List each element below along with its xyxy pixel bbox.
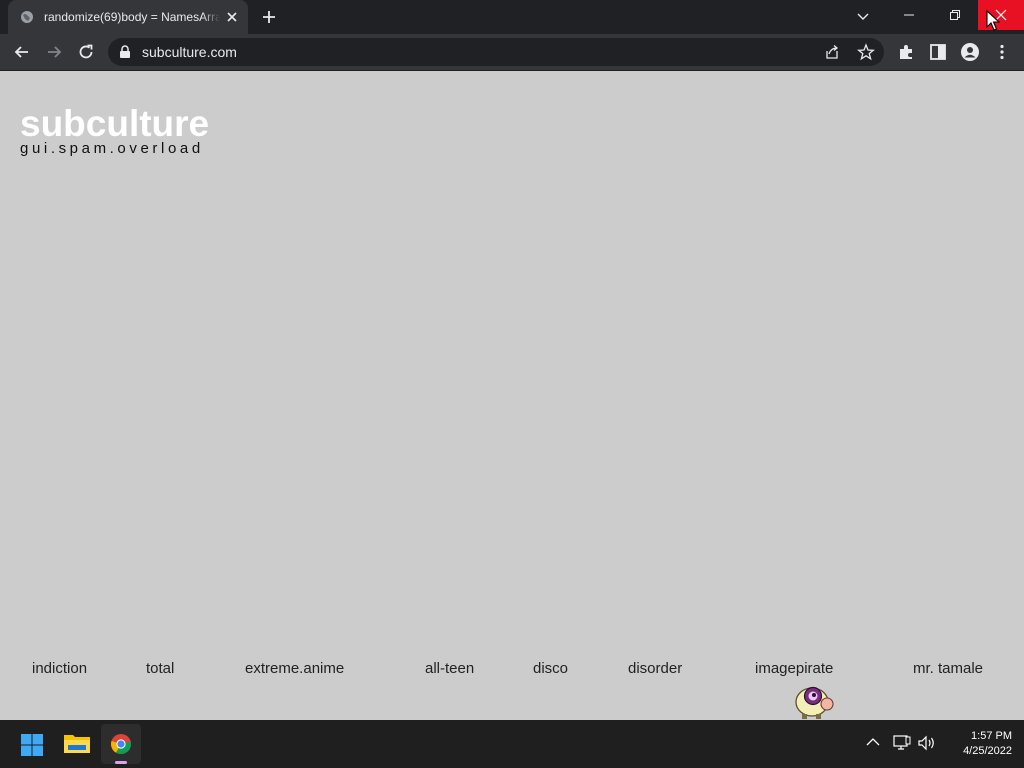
restore-button[interactable] <box>932 0 978 30</box>
tab-title: randomize(69)body = NamesArray <box>44 9 220 25</box>
site-tagline: gui.spam.overload <box>20 140 204 157</box>
clock-time: 1:57 PM <box>971 730 1012 742</box>
chrome-taskbar-button[interactable] <box>101 724 141 764</box>
restore-icon <box>950 10 960 20</box>
nav-link-indiction[interactable]: indiction <box>32 660 87 678</box>
nav-link-imagepirate[interactable]: imagepirate <box>755 660 833 678</box>
address-bar[interactable]: subculture.com <box>108 38 884 66</box>
windows-taskbar: 1:57 PM 4/25/2022 <box>0 720 1024 768</box>
browser-toolbar: subculture.com <box>0 34 1024 71</box>
nav-link-total[interactable]: total <box>146 660 174 678</box>
browser-tab[interactable]: randomize(69)body = NamesArray <box>8 0 248 34</box>
profile-avatar-icon[interactable] <box>960 42 980 62</box>
file-explorer-icon[interactable] <box>63 731 91 755</box>
clock-date: 4/25/2022 <box>963 745 1012 757</box>
bookmark-star-icon[interactable] <box>857 43 875 61</box>
back-arrow-icon[interactable] <box>12 42 32 62</box>
forward-arrow-icon[interactable] <box>44 42 64 62</box>
minimize-icon <box>904 14 914 16</box>
globe-icon <box>21 11 33 23</box>
lock-icon[interactable] <box>119 45 131 59</box>
show-hidden-icons-chevron-icon[interactable] <box>866 737 880 747</box>
nav-link-disco[interactable]: disco <box>533 660 568 678</box>
windows-start-icon[interactable] <box>20 733 44 757</box>
menu-kebab-icon[interactable] <box>992 42 1012 62</box>
url-text[interactable]: subculture.com <box>142 44 237 60</box>
new-tab-plus-icon[interactable] <box>260 8 278 26</box>
minimize-button[interactable] <box>886 0 932 30</box>
extensions-puzzle-icon[interactable] <box>896 42 916 62</box>
nav-link-extreme-anime[interactable]: extreme.anime <box>245 660 344 678</box>
nav-link-mr-tamale[interactable]: mr. tamale <box>913 660 983 678</box>
close-tab-icon[interactable] <box>224 9 240 25</box>
nav-link-disorder[interactable]: disorder <box>628 660 682 678</box>
chrome-icon <box>110 734 132 755</box>
nav-link-all-teen[interactable]: all-teen <box>425 660 474 678</box>
side-panel-icon[interactable] <box>928 42 948 62</box>
pixel-creature-sprite <box>795 686 834 719</box>
active-app-indicator <box>115 761 127 764</box>
page-viewport: subculture gui.spam.overload indiction t… <box>0 71 1024 720</box>
taskbar-clock[interactable]: 1:57 PM 4/25/2022 <box>944 729 1012 759</box>
share-icon[interactable] <box>824 44 840 60</box>
tab-strip: randomize(69)body = NamesArray <box>0 0 1024 34</box>
network-icon[interactable] <box>893 735 911 751</box>
reload-icon[interactable] <box>76 42 96 62</box>
tab-search-chevron-icon[interactable] <box>855 8 871 24</box>
close-window-button[interactable] <box>978 0 1024 30</box>
site-logo: subculture <box>20 103 210 144</box>
mouse-cursor-icon <box>986 10 1000 31</box>
volume-icon[interactable] <box>918 735 936 751</box>
